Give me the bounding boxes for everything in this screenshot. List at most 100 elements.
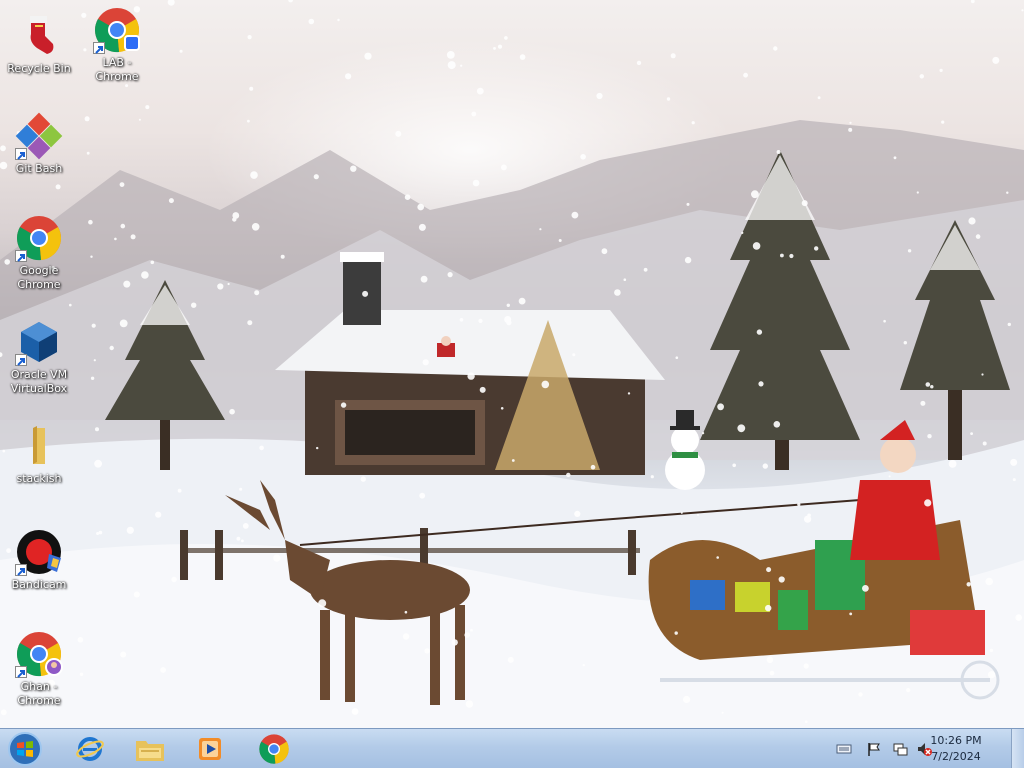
desktop-icon-stackish[interactable]: stackish (1, 422, 77, 486)
snowflake (133, 591, 140, 598)
network-icon[interactable] (892, 741, 908, 757)
snowflake (171, 576, 177, 583)
snowflake (79, 672, 84, 676)
snowflake (1021, 9, 1024, 12)
snowflake (337, 18, 340, 22)
snowflake (98, 530, 103, 535)
keyboard-icon[interactable] (836, 741, 852, 757)
snowflake (150, 260, 155, 265)
desktop-icon-label: Ghan - Chrome (17, 680, 61, 707)
snowflake (717, 403, 724, 411)
snowflake (627, 392, 631, 395)
snowflake (472, 179, 480, 187)
snowflake (801, 200, 808, 207)
snowflake (702, 432, 705, 435)
snowflake (674, 631, 678, 635)
snowflake (743, 72, 748, 78)
snowflake (970, 0, 975, 4)
snowflake (232, 217, 237, 222)
snowflake (77, 637, 84, 643)
desktop-icon-virtualbox[interactable]: Oracle VM VirtualBox (1, 318, 77, 396)
taskbar-media-player[interactable] (184, 732, 236, 766)
taskbar: 10:26 PM 7/2/2024 (0, 728, 1024, 768)
snowflake (780, 253, 784, 258)
snowflake (229, 408, 235, 415)
git-bash-icon (15, 112, 63, 160)
snowflake (141, 271, 149, 279)
taskbar-google-chrome[interactable] (248, 732, 300, 766)
snowflake (501, 164, 507, 171)
shortcut-arrow-icon (93, 42, 105, 54)
desktop-icon-git-bash[interactable]: Git Bash (1, 112, 77, 176)
snowflake (776, 150, 781, 154)
snowflake (814, 246, 819, 251)
snowflake (507, 656, 514, 663)
taskbar-internet-explorer[interactable] (64, 732, 116, 766)
snowflake (497, 44, 503, 49)
snowflake (773, 421, 781, 428)
snowflake (1007, 322, 1011, 327)
desktop-icon-google-chrome[interactable]: Google Chrome (1, 214, 77, 292)
snowflake (308, 18, 315, 25)
windows-start-button[interactable] (6, 731, 44, 767)
snowflake (460, 64, 463, 67)
snowflake (519, 54, 526, 60)
snowflake (402, 633, 410, 640)
snowflake (419, 492, 426, 499)
snowflake (948, 460, 957, 468)
snowflake (981, 373, 984, 376)
folder-icon (15, 422, 63, 470)
snowflake (119, 182, 125, 188)
media-player-icon (199, 738, 221, 760)
snowflake (650, 475, 654, 479)
taskbar-windows-explorer[interactable] (124, 732, 176, 766)
snowflake (0, 709, 7, 716)
chrome-profile-icon (15, 630, 63, 678)
snowflake (721, 711, 724, 714)
system-clock[interactable]: 10:26 PM 7/2/2024 (926, 733, 986, 765)
snowflake (789, 253, 794, 259)
snowflake (683, 695, 691, 704)
snowflake (95, 427, 99, 432)
desktop-icon-recycle-bin[interactable]: Recycle Bin (1, 12, 77, 76)
show-desktop-button[interactable] (1011, 729, 1024, 768)
clock-time: 10:26 PM (930, 734, 982, 747)
snowflake (623, 278, 627, 282)
snowflake (558, 239, 562, 242)
desktop-icon-bandicam[interactable]: Bandicam (1, 528, 77, 592)
desktop-icon-ghan-chrome[interactable]: Ghan - Chrome (1, 630, 77, 708)
snowflake (572, 353, 576, 357)
snowflake (1010, 458, 1018, 466)
desktop-icon-lab-chrome[interactable]: LAB - Chrome (79, 6, 155, 84)
snowflake (805, 720, 808, 723)
stocking-icon (15, 12, 63, 60)
snowflake (114, 237, 117, 241)
shortcut-arrow-icon (15, 354, 27, 366)
snowflake (93, 359, 96, 362)
snowflake (518, 297, 526, 305)
snowflake (273, 554, 281, 562)
snowflake (280, 254, 285, 259)
action-center-flag-icon[interactable] (866, 741, 882, 757)
desktop-icon-label: stackish (16, 472, 62, 485)
snowflake (351, 708, 359, 715)
snowflake (766, 656, 774, 663)
snowflake (451, 639, 458, 646)
snowflake (849, 121, 852, 124)
snowflake (447, 61, 456, 70)
snowflake (446, 51, 455, 59)
snowflake (404, 610, 408, 614)
snowflake (191, 302, 197, 308)
snowflake (126, 526, 134, 534)
snowflake (765, 604, 772, 612)
snowflake (417, 203, 425, 211)
snowflake (716, 556, 719, 559)
snowflake (500, 407, 504, 410)
snowflake (160, 667, 167, 673)
snowflake (138, 118, 141, 121)
snowflake (90, 376, 95, 380)
snowflake (471, 111, 477, 117)
snowflake (966, 582, 971, 587)
internet-explorer-icon (76, 737, 104, 761)
snowflake (804, 515, 812, 523)
